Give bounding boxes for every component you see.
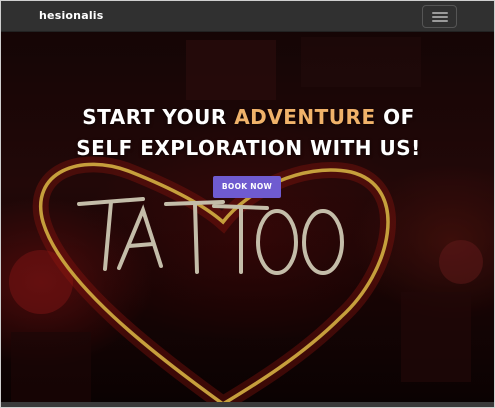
- book-now-button[interactable]: BOOK NOW: [213, 176, 281, 198]
- headline-accent-word: ADVENTURE: [234, 105, 376, 129]
- hero-section: START YOUR ADVENTURE OF SELF EXPLORATION…: [1, 32, 494, 407]
- hero-headline-line2: SELF EXPLORATION WITH US!: [76, 136, 421, 160]
- top-navbar: hesionalis: [1, 1, 494, 32]
- headline-text-end: OF: [375, 105, 415, 129]
- hero-headline-line1: START YOUR ADVENTURE OF: [1, 105, 494, 129]
- browser-viewport: hesionalis START YOUR ADVENTURE OF SELF …: [0, 0, 495, 408]
- navbar-toggler-button[interactable]: [422, 5, 457, 28]
- brand-logo-link[interactable]: hesionalis: [39, 9, 104, 22]
- hero-background-image: [1, 32, 494, 407]
- page-bottom-edge: [1, 402, 494, 407]
- headline-text-start: START YOUR: [82, 105, 235, 129]
